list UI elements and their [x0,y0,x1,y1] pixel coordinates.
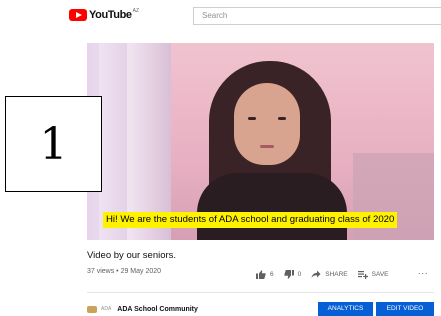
person-face [234,83,300,165]
annotation-number: 1 [39,118,68,170]
person-shirt [197,173,347,240]
logo-text: YouTube [89,9,132,21]
dislike-button[interactable]: 0 [284,269,302,279]
youtube-play-icon [69,9,87,21]
more-actions-button[interactable]: ... [418,266,429,276]
analytics-button[interactable]: ANALYTICS [318,302,373,316]
curtain-fold [99,43,127,240]
channel-name[interactable]: ADA School Community [117,306,198,313]
dislike-count: 0 [297,270,302,278]
save-button[interactable]: SAVE [357,270,389,279]
search-placeholder: Search [202,11,228,20]
video-title: Video by our seniors. [87,250,177,261]
like-button[interactable]: 6 [256,269,274,279]
playlist-add-icon [357,270,368,279]
share-button[interactable]: SHARE [311,270,348,279]
video-actions: 6 0 SHARE SAVE [256,268,399,280]
person-eye-right [278,117,286,120]
video-player[interactable]: Hi! We are the students of ADA school an… [87,43,434,240]
channel-row: ADA ADA School Community [87,302,198,316]
like-count: 6 [270,270,274,278]
divider [87,292,434,293]
person-eye-left [248,117,256,120]
person-mouth [260,145,274,148]
thumbs-up-icon [256,269,266,279]
edit-video-button[interactable]: EDIT VIDEO [376,302,434,316]
country-code: AZ [132,8,140,14]
video-subtitle: Hi! We are the students of ADA school an… [103,212,398,228]
top-bar: YouTube AZ Search [0,0,441,34]
video-frame [87,43,434,240]
thumbs-down-icon [284,269,294,279]
share-label: SHARE [325,270,348,278]
channel-avatar[interactable] [87,305,97,313]
youtube-logo[interactable]: YouTube AZ [69,8,139,22]
video-meta: 37 views • 29 May 2020 [87,268,162,275]
search-input[interactable]: Search [193,7,441,25]
channel-avatar-text: ADA [101,306,112,312]
share-arrow-icon [311,270,321,279]
save-label: SAVE [371,270,389,278]
annotation-box: 1 [5,96,102,192]
